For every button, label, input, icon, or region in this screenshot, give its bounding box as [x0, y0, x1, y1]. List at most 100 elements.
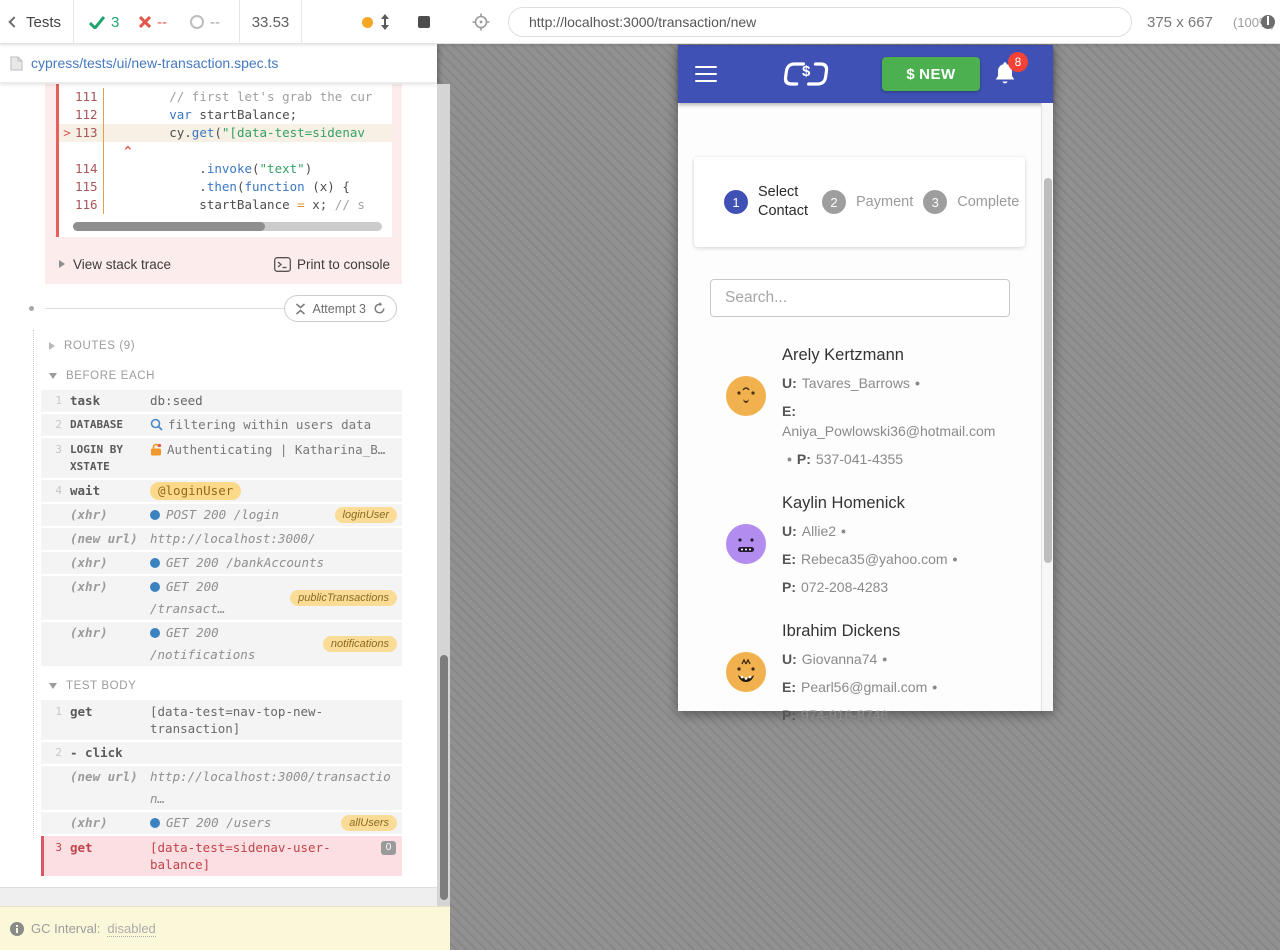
notifications-count-badge[interactable]: 8 — [1008, 52, 1028, 72]
alias-pill: @loginUser — [150, 482, 242, 500]
app-under-test: $ $ NEW 8 1 Select Contact 2 Payment 3 C… — [678, 45, 1053, 723]
step-payment: 2 Payment — [822, 190, 913, 214]
test-duration: 33.53 — [251, 13, 290, 31]
code-line: 114 .invoke("text") — [59, 160, 392, 178]
expanded-arrow-icon — [49, 373, 57, 379]
app-content: 1 Select Contact 2 Payment 3 Complete Se… — [678, 103, 1053, 723]
reporter-footer-strip — [0, 887, 437, 906]
contact-name: Arely Kertzmann — [782, 346, 904, 364]
element-count-badge: 0 — [381, 841, 396, 855]
test-body-rows: 1 get [data-test=nav-top-new-transaction]… — [0, 700, 437, 876]
info-icon — [10, 921, 24, 936]
command-row[interactable]: 2 DATABASE filtering within users data — [41, 414, 402, 436]
app-header: $ $ NEW 8 — [678, 45, 1053, 103]
xhr-dot-icon — [150, 582, 160, 592]
code-line: 112 var startBalance; — [59, 106, 392, 124]
viewport-size: 375 x 667 — [1147, 13, 1213, 31]
attempt-bullet — [29, 306, 34, 311]
app-scrollbar-track[interactable] — [1041, 103, 1053, 711]
back-label: Tests — [26, 13, 62, 31]
pending-circle-icon — [190, 15, 204, 29]
command-row[interactable]: (new url) http://localhost:3000/transact… — [41, 766, 402, 810]
section-before-each[interactable]: BEFORE EACH — [49, 366, 437, 386]
route-alias-badge: notifications — [322, 636, 397, 652]
scroll-updown-icon — [379, 13, 391, 31]
print-to-console-button[interactable]: Print to console — [273, 257, 390, 272]
failed-count: -- — [139, 0, 167, 44]
contact-detail-line: U: Tavares_Barrows • — [782, 375, 920, 391]
xhr-dot-icon — [150, 558, 160, 568]
contact-list-item[interactable]: Kaylin Homenick U: Allie2 • E: Rebeca35@yah… — [726, 494, 1016, 605]
expand-arrow-icon — [59, 260, 65, 268]
new-transaction-button[interactable]: $ NEW — [882, 57, 980, 91]
reporter-panel: cypress/tests/ui/new-transaction.spec.ts… — [0, 44, 450, 950]
failed-command-row[interactable]: 3 get [data-test=sidenav-user-balance] 0 — [41, 836, 402, 876]
command-row[interactable]: (xhr) GET 200 /transact… publicTransacti… — [41, 576, 402, 620]
contact-search-field — [710, 279, 1010, 317]
code-scrollbar-thumb[interactable] — [73, 222, 265, 231]
menu-icon[interactable] — [695, 66, 717, 87]
command-row[interactable]: (new url) http://localhost:3000/ — [41, 528, 402, 550]
logo-dollar-glyph: $ — [802, 63, 811, 80]
search-input[interactable] — [711, 280, 1009, 316]
code-line: 111 // first let's grab the cur — [59, 88, 392, 106]
command-row[interactable]: 3 LOGIN BY XSTATE Authenticating | Kathar… — [41, 438, 402, 478]
contact-detail-line: P: 072-208-4283 — [782, 579, 889, 595]
contact-list-item[interactable]: Arely Kertzmann U: Tavares_Barrows • E: An… — [726, 346, 1016, 477]
gc-interval-bar: GC Interval: disabled — [0, 906, 450, 950]
step-select-contact: 1 Select Contact — [724, 183, 812, 221]
command-row[interactable]: 1 task db:seed — [41, 390, 402, 412]
spec-file-link[interactable]: cypress/tests/ui/new-transaction.spec.ts — [31, 55, 278, 71]
search-icon — [150, 418, 163, 431]
route-alias-badge: loginUser — [334, 507, 397, 523]
before-each-rows: 1 task db:seed 2 DATABASE filtering within… — [0, 390, 437, 666]
section-routes[interactable]: ROUTES (9) — [49, 336, 437, 356]
code-horizontal-scrollbar[interactable] — [73, 222, 382, 231]
collapsed-arrow-icon — [49, 342, 55, 350]
gc-interval-value[interactable]: disabled — [107, 921, 156, 937]
stop-button[interactable] — [418, 16, 430, 28]
xhr-dot-icon — [150, 510, 160, 520]
view-stack-trace-button[interactable]: View stack trace — [59, 257, 171, 272]
pending-count: -- — [190, 0, 220, 44]
attempt-divider: Attempt 3 — [0, 290, 437, 330]
route-alias-badge: allUsers — [341, 815, 397, 831]
section-test-body[interactable]: TEST BODY — [49, 676, 437, 696]
viewport-info-icon[interactable] — [1261, 15, 1275, 29]
app-scrollbar-thumb[interactable] — [1044, 178, 1052, 563]
contact-list-item[interactable]: Ibrahim Dickens U: Giovanna74 • E: Pearl56@… — [726, 622, 1016, 733]
auto-scroll-indicator[interactable] — [362, 17, 373, 28]
error-block: 111 // first let's grab the cur 112 var … — [45, 84, 402, 284]
route-alias-badge: publicTransactions — [290, 590, 397, 606]
code-line-highlighted: >113 cy.get("[data-test=sidenav — [59, 124, 392, 142]
monster-face-icon — [737, 658, 755, 682]
back-to-tests-button[interactable]: Tests — [8, 0, 62, 44]
lock-icon — [151, 443, 162, 456]
code-caret-line: ^ — [59, 142, 392, 160]
command-row[interactable]: (xhr) GET 200 /users allUsers — [41, 812, 402, 834]
monster-face-icon — [738, 538, 754, 552]
command-row[interactable]: 4 wait @loginUser — [41, 480, 402, 502]
code-line: 116 startBalance = x; // s — [59, 196, 392, 214]
contact-detail-line: Aniya_Powlowski36@hotmail.com — [782, 423, 996, 439]
command-row[interactable]: 1 get [data-test=nav-top-new-transaction] — [41, 700, 402, 740]
command-row[interactable]: (xhr) GET 200 /bankAccounts — [41, 552, 402, 574]
code-line: 115 .then(function (x) { — [59, 178, 392, 196]
xhr-dot-icon — [150, 628, 160, 638]
attempt-toggle[interactable]: Attempt 3 — [283, 295, 397, 322]
screen: Tests 3 -- -- 33.53 http://localhost:300… — [0, 0, 1280, 950]
cross-icon — [139, 16, 151, 28]
contact-detail-line: P: 974-916-8746 — [782, 707, 889, 723]
transaction-stepper: 1 Select Contact 2 Payment 3 Complete — [694, 157, 1025, 247]
command-row[interactable]: (xhr) POST 200 /login loginUser — [41, 504, 402, 526]
app-url-bar[interactable]: http://localhost:3000/transaction/new — [508, 7, 1132, 37]
avatar — [726, 376, 766, 416]
reporter-scrollbar-thumb[interactable] — [440, 655, 448, 900]
contact-detail-line: • P: 537-041-4355 — [787, 451, 904, 467]
selector-playground-icon[interactable] — [472, 13, 490, 31]
command-row[interactable]: 2- click — [41, 742, 402, 764]
top-toolbar: Tests 3 -- -- 33.53 http://localhost:300… — [0, 0, 1280, 44]
contact-detail-line: E: Rebeca35@yahoo.com • — [782, 551, 958, 567]
command-row[interactable]: (xhr) GET 200 /notifications notificatio… — [41, 622, 402, 666]
avatar — [726, 524, 766, 564]
